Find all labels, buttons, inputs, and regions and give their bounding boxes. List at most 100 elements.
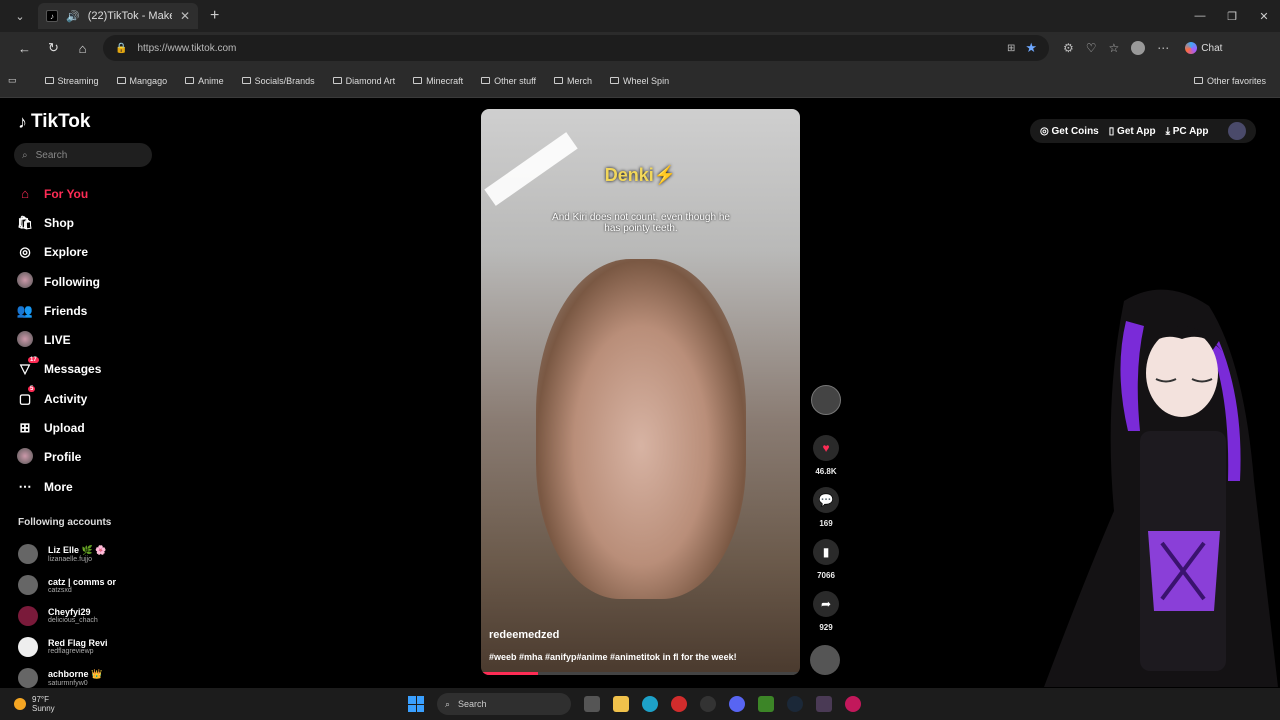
bookmark-label: Streaming [57,75,99,86]
list-item[interactable]: Cheyfyi29 delicious_chach [18,601,116,632]
discord-icon[interactable] [729,696,745,712]
following-accounts-title: Following accounts [18,517,112,528]
bookmark-label: Socials/Brands [254,75,315,86]
new-tab-button[interactable]: + [210,7,219,25]
home-button[interactable]: ⌂ [68,41,97,56]
more-icon: ⋯ [18,478,32,494]
close-tab-icon[interactable]: ✕ [180,9,190,23]
share-button[interactable]: ➦ [813,591,839,617]
bookmark-merch[interactable]: Merch [554,76,592,86]
windows-taskbar: 97°F Sunny ⌕ Search [0,688,1280,720]
nav-activity[interactable]: ▢ 5 Activity [16,384,176,413]
nav-more[interactable]: ⋯ More [16,472,176,501]
sun-icon [14,698,26,710]
bookmarks-bar-toggle-icon[interactable]: ▭ [8,75,17,86]
address-url[interactable]: https://www.tiktok.com [137,43,997,54]
account-handle: delicious_chach [48,617,98,625]
user-avatar[interactable] [1228,122,1246,140]
bookmark-diamond-art[interactable]: Diamond Art [332,75,396,86]
activity-icon: ▢ [18,390,32,406]
bookmark-mangago[interactable]: Mangago [116,76,167,86]
bookmark-other-favorites[interactable]: Other favorites [1193,76,1266,86]
app-available-icon[interactable]: ⊞ [1007,43,1015,54]
folder-icon [241,77,251,84]
steam-icon[interactable] [787,696,803,712]
video-player[interactable]: Denki⚡ And Kiri does not count, even tho… [481,109,800,675]
creator-avatar[interactable] [811,385,841,415]
address-bar[interactable]: 🔒 https://www.tiktok.com ⊞ ★ [103,35,1049,61]
profile-avatar[interactable] [1131,41,1146,55]
nav-profile[interactable]: Profile [16,443,176,472]
get-coins-button[interactable]: ◎ Get Coins [1040,126,1099,137]
nav-for-you[interactable]: ⌂ For You [16,179,176,208]
search-placeholder: Search [35,149,68,161]
close-window-button[interactable]: ✕ [1248,10,1280,23]
folder-icon [44,77,54,84]
account-name: Cheyfyi29 [48,607,91,618]
back-button[interactable]: ← [10,41,39,56]
music-disc-avatar[interactable] [810,645,840,675]
favorite-star-icon[interactable]: ★ [1025,40,1037,56]
friends-icon: 👥 [16,302,34,318]
windows-start-icon[interactable] [408,696,424,712]
browser-essentials-icon[interactable]: ♡ [1086,41,1097,55]
obs-icon[interactable] [700,696,716,712]
minimize-button[interactable]: — [1184,10,1216,23]
save-button[interactable]: ▮ [813,539,839,565]
list-item[interactable]: Red Flag Revi redflagreviewp [18,631,116,662]
bookmark-label: Diamond Art [345,75,396,86]
nav-label: LIVE [44,333,71,348]
task-view-icon[interactable] [584,696,600,712]
edge-icon[interactable] [642,696,658,712]
video-progress-bar[interactable] [481,672,800,675]
tiktok-page: ♪ TikTok ⌕ Search ⌂ For You 🛍 Shop ◎ Explor… [4,99,1278,688]
search-input[interactable]: ⌕ Search [14,143,152,167]
maximize-button[interactable]: ❐ [1216,10,1248,23]
file-explorer-icon[interactable] [613,696,629,712]
bookmark-wheel-spin[interactable]: Wheel Spin [610,76,669,86]
nav-upload[interactable]: ⊞ Upload [16,413,176,442]
favorites-icon[interactable]: ☆ [1109,41,1120,55]
nav-following[interactable]: Following [16,267,176,296]
video-subject [536,259,746,599]
folder-icon [481,77,491,84]
bookmark-anime[interactable]: Anime [185,76,224,86]
bookmark-socials-brands[interactable]: Socials/Brands [241,75,315,86]
opera-icon[interactable] [671,696,687,712]
nav-friends[interactable]: 👥 Friends [16,296,176,325]
bookmark-label: Other stuff [494,75,537,86]
taskbar-search[interactable]: ⌕ Search [437,693,571,715]
copilot-chat-button[interactable]: Chat [1185,42,1222,54]
browser-tab[interactable]: ♪ 🔊 (22)TikTok - Make ✕ [38,3,198,29]
extensions-icon[interactable]: ⚙ [1063,41,1074,55]
refresh-button[interactable]: ↻ [39,40,68,56]
list-item[interactable]: Liz Elle 🌿 🌸 lizanaelle.fujjo [18,539,116,570]
bookmark-other-stuff[interactable]: Other stuff [481,76,536,86]
tab-actions-menu[interactable]: ⌄ [6,4,34,28]
bookmark-minecraft[interactable]: Minecraft [413,76,463,86]
nav-messages[interactable]: ▽ 17 Messages [16,355,176,384]
nav-label: Shop [44,215,74,230]
vtube-studio-icon[interactable] [816,696,832,712]
settings-more-icon[interactable]: ⋯ [1157,41,1169,55]
bookmark-label: Minecraft [426,75,464,86]
list-item[interactable]: catz | comms or catzsxd [18,570,116,601]
minecraft-icon[interactable] [758,696,774,712]
app-pin-icon[interactable] [845,696,861,712]
nav-shop[interactable]: 🛍 Shop [16,208,176,237]
comment-button[interactable]: 💬 [813,487,839,513]
bookmark-streaming[interactable]: Streaming [44,75,99,86]
nav-explore[interactable]: ◎ Explore [16,238,176,267]
weather-widget[interactable]: 97°F Sunny [14,695,55,713]
get-app-button[interactable]: ▯ Get App [1109,126,1156,137]
account-name: catz | comms or [48,576,117,587]
tiktok-logo[interactable]: ♪ TikTok [18,111,90,133]
pc-app-button[interactable]: ⤓ PC App [1166,126,1209,137]
like-button[interactable]: ♥ [813,435,839,461]
comment-icon: 💬 [818,493,834,507]
video-author[interactable]: redeemedzed [489,629,559,641]
nav-live[interactable]: LIVE [16,325,176,354]
speaker-icon[interactable]: 🔊 [66,10,80,23]
video-hashtags[interactable]: #weeb #mha #anifyp#anime #animetitok in … [489,652,737,662]
account-handle: lizanaelle.fujjo [48,556,92,564]
